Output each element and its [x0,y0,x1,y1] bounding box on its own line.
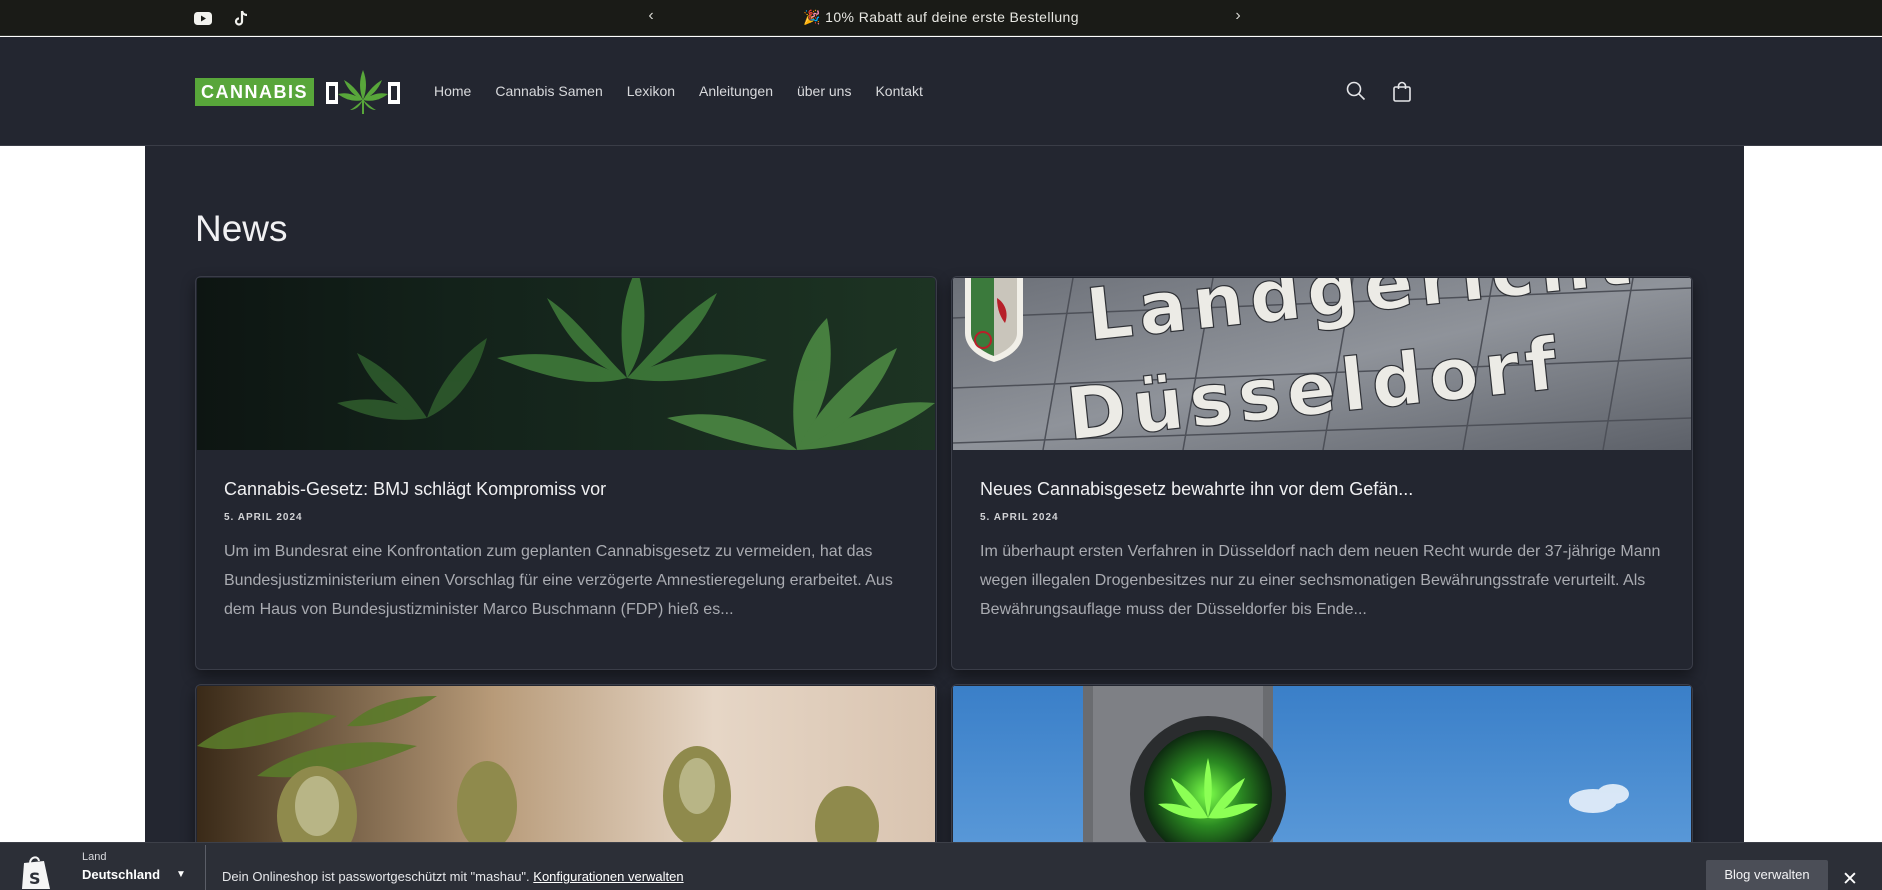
nav-item-cannabis-samen[interactable]: Cannabis Samen [495,83,602,99]
chevron-down-icon[interactable]: ▼ [176,869,186,880]
header-icons [1344,79,1414,103]
article-excerpt: Im überhaupt ersten Verfahren in Düsseld… [980,543,1661,618]
nav-item-home[interactable]: Home [434,83,471,99]
article-image-landgericht: Landgericht Düsseldorf [953,278,1691,450]
article-image-traffic-light [953,686,1691,858]
country-label: Land [82,851,107,863]
divider [205,845,206,890]
article-excerpt: Um im Bundesrat eine Konfrontation zum g… [224,543,893,618]
announcement-next-button[interactable]: › [1228,7,1248,25]
nav-item-ueber-uns[interactable]: über uns [797,83,851,99]
nav-item-anleitungen[interactable]: Anleitungen [699,83,773,99]
nav-item-lexikon[interactable]: Lexikon [627,83,675,99]
article-image-cannabis-plants [197,686,935,858]
country-selector[interactable]: Deutschland [82,867,160,882]
article-title[interactable]: Cannabis-Gesetz: BMJ schlägt Kompromiss … [224,479,606,500]
article-image-cannabis-leaves [197,278,935,450]
article-title[interactable]: Neues Cannabisgesetz bewahrte ihn vor de… [980,479,1413,500]
article-card[interactable]: Cannabis-Gesetz: BMJ schlägt Kompromiss … [195,276,937,670]
manage-config-link[interactable]: Konfigurationen verwalten [533,869,683,884]
svg-text:S: S [29,869,41,888]
shopify-admin-bar: S Land Deutschland ▼ Dein Onlineshop ist… [0,842,1882,890]
main-navigation: Home Cannabis Samen Lexikon Anleitungen … [434,83,923,99]
announcement-bar: ‹ 🎉 10% Rabatt auf deine erste Bestellun… [0,0,1882,36]
logo-wordmark: CANNABIS [195,78,315,106]
password-notice-text: Dein Onlineshop ist passwortgeschützt mi… [222,869,530,884]
article-date: 5. APRIL 2024 [224,512,303,523]
search-icon[interactable] [1344,79,1368,103]
article-date: 5. APRIL 2024 [980,512,1059,523]
blog-main: News Cannabis-Gesetz: BMJ schlägt Kompro… [145,146,1744,890]
nav-item-kontakt[interactable]: Kontakt [875,83,922,99]
page-title: News [195,208,288,249]
site-logo[interactable]: CANNABIS [195,68,402,116]
close-icon[interactable]: ✕ [1842,868,1858,890]
logo-leaf-icon [324,68,402,116]
password-notice: Dein Onlineshop ist passwortgeschützt mi… [222,869,684,884]
site-header: CANNABIS Home Cannabis Samen Lexikon Anl… [0,37,1882,146]
manage-blog-button[interactable]: Blog verwalten [1706,860,1828,890]
announcement-message: 🎉 10% Rabatt auf deine erste Bestellung [803,9,1079,25]
cart-icon[interactable] [1390,79,1414,103]
shopify-bag-icon: S [20,855,52,890]
article-card[interactable]: Landgericht Düsseldorf Neues Cannabisges… [951,276,1693,670]
